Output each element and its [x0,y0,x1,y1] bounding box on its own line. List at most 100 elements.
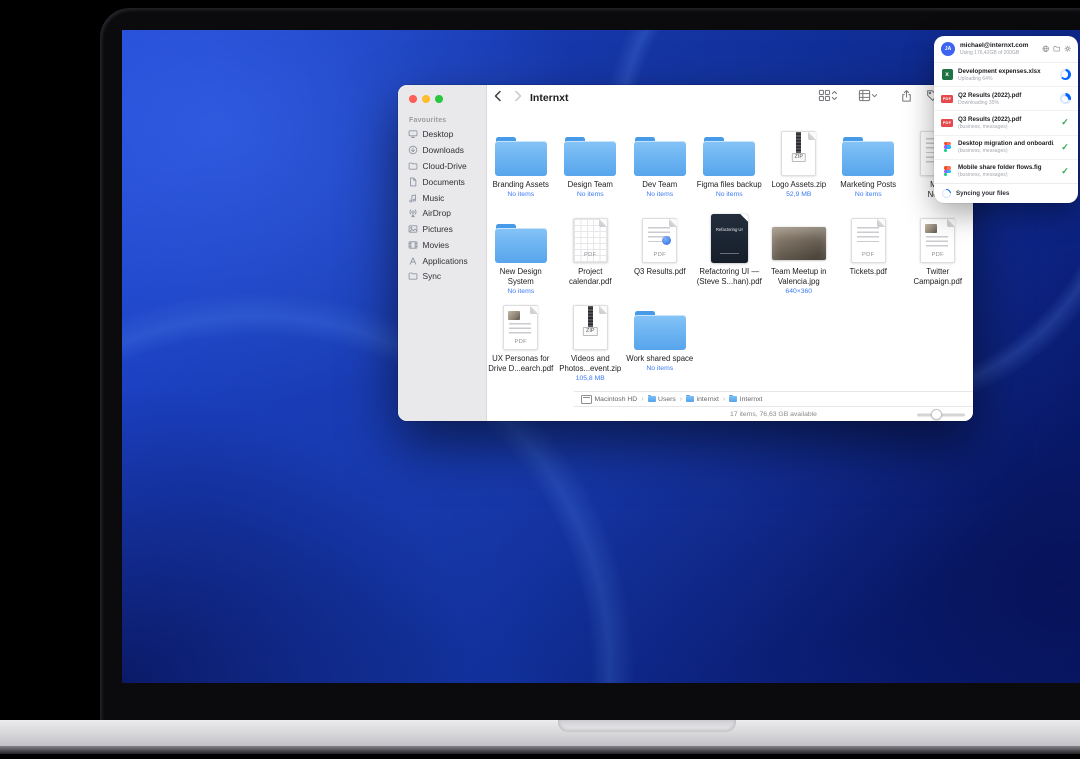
file-item[interactable]: ZIP Videos and Photos...event.zip 105,8 … [556,302,626,388]
check-icon: ✓ [1061,118,1069,127]
disk-icon [581,395,592,404]
downloads-icon [408,145,418,155]
film-icon [408,240,418,250]
laptop-base-edge [0,746,1080,754]
laptop-lid-notch [558,720,736,732]
file-item[interactable]: Refactoring UI Refactoring UI — (Steve S… [695,215,765,301]
transfer-item[interactable]: PDF Q3 Results (2022).pdf (business, mes… [934,110,1078,134]
file-item[interactable]: PDF Project calendar.pdf [556,215,626,301]
pictures-icon [408,224,418,234]
folder-icon [495,224,547,263]
file-item[interactable]: Branding Assets No items [486,128,556,214]
sync-status-text: Syncing your files [956,190,1009,197]
folder-icon [495,137,547,176]
pdf-icon: PDF [941,95,953,103]
sidebar-item-cloud-drive[interactable]: Cloud-Drive [398,158,486,174]
finder-content: Internxt [486,85,973,421]
folder-icon [648,396,656,402]
forward-button[interactable] [512,89,524,103]
file-item[interactable]: PDF UX Personas for Drive D...earch.pdf [486,302,556,388]
upload-progress-ring [1060,69,1071,80]
sidebar-item-downloads[interactable]: Downloads [398,142,486,158]
folder-icon [686,396,694,402]
sort-chevrons-icon [831,89,838,102]
transfer-item[interactable]: Mobile share folder flows.fig (business,… [934,159,1078,183]
file-item[interactable]: Marketing Posts No items [834,128,904,214]
file-item[interactable]: Team Meetup in Valencia.jpg 640×360 [764,215,834,301]
account-email: michael@internxt.com [960,42,1037,49]
icon-size-slider[interactable] [917,413,965,416]
pdf-image-icon: PDF [920,218,955,263]
folder-icon [842,137,894,176]
check-icon: ✓ [1061,143,1069,152]
desktop: Favourites Desktop Downloads Cloud-Drive… [0,0,1080,759]
folder-icon [408,161,418,171]
airdrop-icon [408,208,418,218]
group-view-button[interactable] [858,89,878,102]
finder-toolbar: Internxt [486,85,973,113]
transfer-item[interactable]: PDF Q2 Results (2022).pdf Downloading 35… [934,86,1078,110]
transfer-item[interactable]: Desktop migration and onboardi... (busin… [934,135,1078,159]
sidebar-item-pictures[interactable]: Pictures [398,221,486,237]
file-item[interactable]: Figma files backup No items [695,128,765,214]
back-button[interactable] [492,89,504,103]
document-icon [408,177,418,187]
download-progress-ring [1060,93,1071,104]
sidebar-item-music[interactable]: Music [398,190,486,206]
minimize-button[interactable] [422,95,430,103]
file-item[interactable]: PDF Q3 Results.pdf [625,215,695,301]
sidebar-item-desktop[interactable]: Desktop [398,127,486,143]
storage-usage: Using 176,42GB of 200GB [960,50,1037,56]
window-title: Internxt [530,92,569,104]
file-grid: Branding Assets No items Design Team No … [486,128,973,388]
sidebar-item-movies[interactable]: Movies [398,237,486,253]
share-button[interactable] [900,89,913,103]
transfer-item[interactable]: x Development expenses.xlsx Uploading 64… [934,63,1078,86]
close-button[interactable] [409,95,417,103]
pdf-chart-icon: PDF [642,218,677,263]
sidebar-item-sync[interactable]: Sync [398,269,486,285]
file-item[interactable]: Design Team No items [556,128,626,214]
applications-icon [408,256,418,266]
sync-spinner-icon [940,187,953,200]
icon-view-button[interactable] [818,89,838,102]
breadcrumb-users[interactable]: Users [648,396,676,403]
desktop-icon [408,129,418,139]
file-item[interactable]: ZIP Logo Assets.zip 52,9 MB [764,128,834,214]
transfer-list: x Development expenses.xlsx Uploading 64… [934,62,1078,183]
check-icon: ✓ [1061,167,1069,176]
file-item[interactable]: PDF Twitter Campaign.pdf [903,215,973,301]
sidebar-item-airdrop[interactable]: AirDrop [398,205,486,221]
gear-icon[interactable] [1064,45,1072,53]
book-cover-icon: Refactoring UI [711,214,748,263]
breadcrumb-macintosh-hd[interactable]: Macintosh HD [581,395,637,404]
folder-icon [729,396,737,402]
items-count: 17 items, 76,63 GB available [730,411,817,418]
slider-knob[interactable] [931,409,942,420]
folder-icon[interactable] [1053,45,1061,53]
popup-header: JA michael@internxt.com Using 176,42GB o… [934,36,1078,62]
breadcrumb-internxt[interactable]: Internxt [729,396,762,403]
pdf-table-icon: PDF [573,218,608,263]
figma-icon [944,142,951,152]
file-item[interactable]: New Design System No items [486,215,556,301]
sidebar-item-documents[interactable]: Documents [398,174,486,190]
finder-window: Favourites Desktop Downloads Cloud-Drive… [398,85,973,421]
file-item[interactable]: PDF Tickets.pdf [834,215,904,301]
file-item[interactable]: Work shared space No items [625,302,695,388]
folder-icon [703,137,755,176]
pdf-icon: PDF [941,119,953,127]
avatar: JA [941,42,955,56]
globe-icon[interactable] [1042,45,1050,53]
breadcrumb-internxt-user[interactable]: internxt [686,396,719,403]
file-item[interactable]: Dev Team No items [625,128,695,214]
excel-icon: x [942,69,953,80]
sidebar-item-applications[interactable]: Applications [398,253,486,269]
zip-icon: ZIP [781,131,816,176]
pdf-image-icon: PDF [503,305,538,350]
breadcrumb: Macintosh HD › Users › internxt › Intern… [574,391,973,406]
folder-icon [408,271,418,281]
finder-sidebar: Favourites Desktop Downloads Cloud-Drive… [398,85,487,421]
zoom-button[interactable] [435,95,443,103]
pdf-icon: PDF [851,218,886,263]
